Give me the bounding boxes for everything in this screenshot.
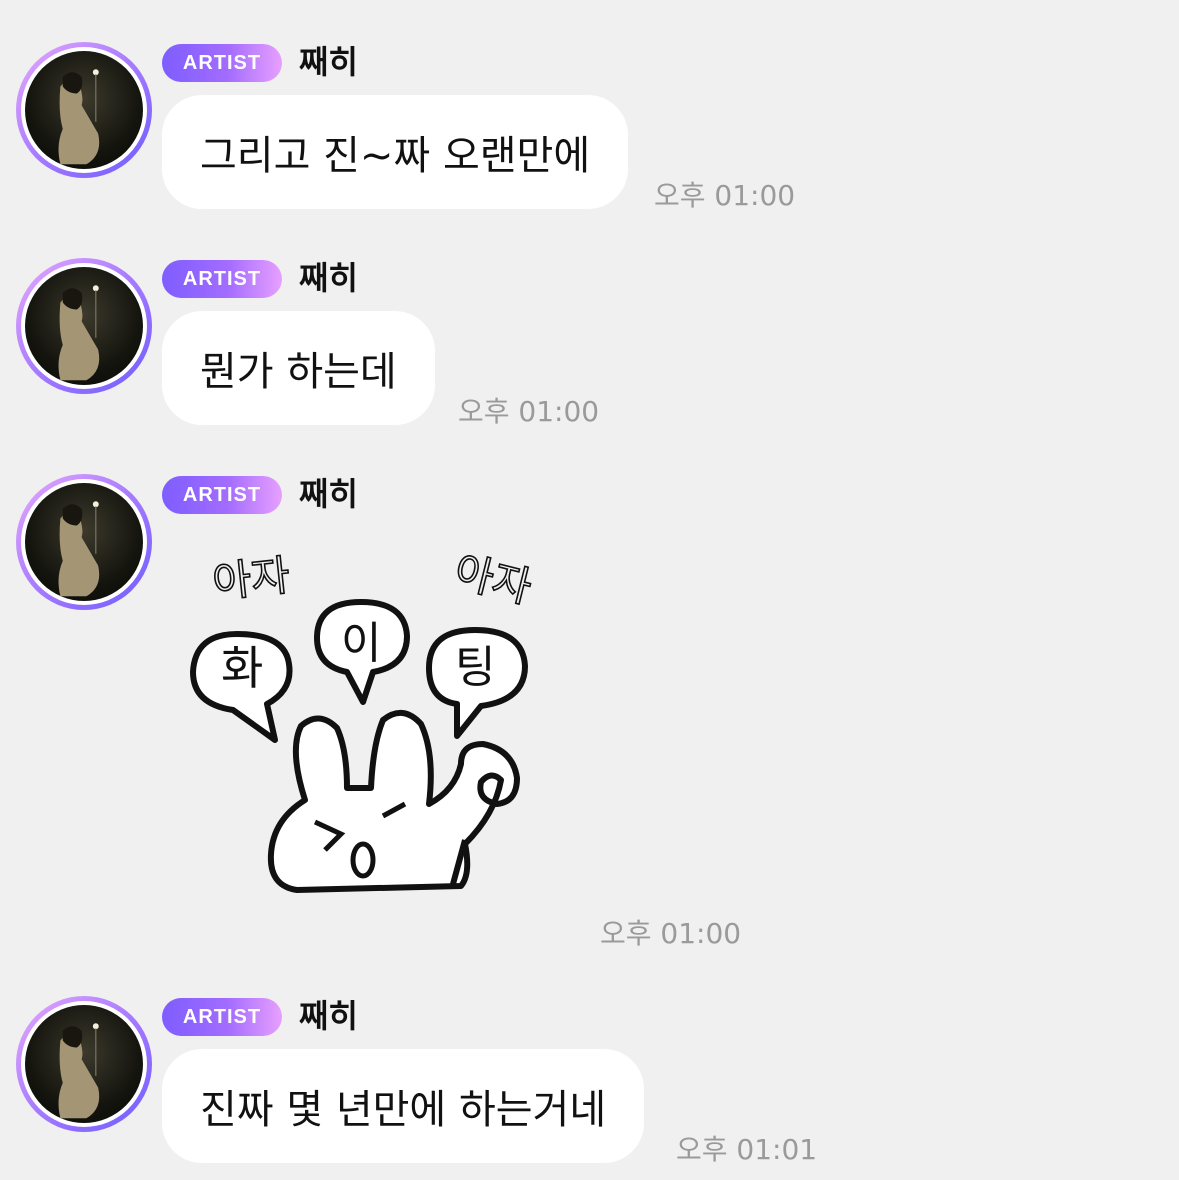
message-bubble[interactable]: 그리고 진~짜 오랜만에 <box>162 95 629 209</box>
person-photo-icon <box>58 285 100 381</box>
avatar[interactable] <box>16 996 152 1132</box>
avatar[interactable] <box>16 474 152 610</box>
message-time: 오후 01:01 <box>676 1133 818 1166</box>
sticker-word-right: 아자 <box>450 554 537 612</box>
message-time: 오후 01:00 <box>458 395 600 428</box>
artist-badge: ARTIST <box>162 44 282 82</box>
sticker-bubble-3: 팅 <box>455 642 495 693</box>
message-time: 오후 01:00 <box>600 917 742 950</box>
person-photo-icon <box>58 1023 100 1119</box>
avatar[interactable] <box>16 258 152 394</box>
avatar-photo <box>25 51 143 169</box>
message-bubble[interactable]: 진짜 몇 년만에 하는거네 <box>162 1049 645 1163</box>
message-bubble[interactable]: 뭔가 하는데 <box>162 311 435 425</box>
sender-name: 째히 <box>299 259 358 297</box>
artist-badge: ARTIST <box>162 998 282 1036</box>
artist-badge: ARTIST <box>162 260 282 298</box>
person-photo-icon <box>58 501 100 597</box>
avatar[interactable] <box>16 42 152 178</box>
avatar-photo <box>25 1005 143 1123</box>
person-photo-icon <box>58 69 100 165</box>
sticker-word-left: 아자 <box>210 554 292 607</box>
bunny-fighting-sticker-icon[interactable]: 아자 아자 화 이 팅 <box>185 554 555 914</box>
avatar-photo <box>25 267 143 385</box>
sticker-bubble-1: 화 <box>221 641 263 695</box>
message-time: 오후 01:00 <box>654 179 796 212</box>
chat-thread: ARTIST 째히 그리고 진~짜 오랜만에 오후 01:00 ARTIST 째… <box>0 0 1179 1180</box>
sticker-bubble-2: 이 <box>341 618 381 669</box>
sender-name: 째히 <box>299 43 358 81</box>
sender-name: 째히 <box>299 997 358 1035</box>
avatar-photo <box>25 483 143 601</box>
artist-badge: ARTIST <box>162 476 282 514</box>
sender-name: 째히 <box>299 475 358 513</box>
